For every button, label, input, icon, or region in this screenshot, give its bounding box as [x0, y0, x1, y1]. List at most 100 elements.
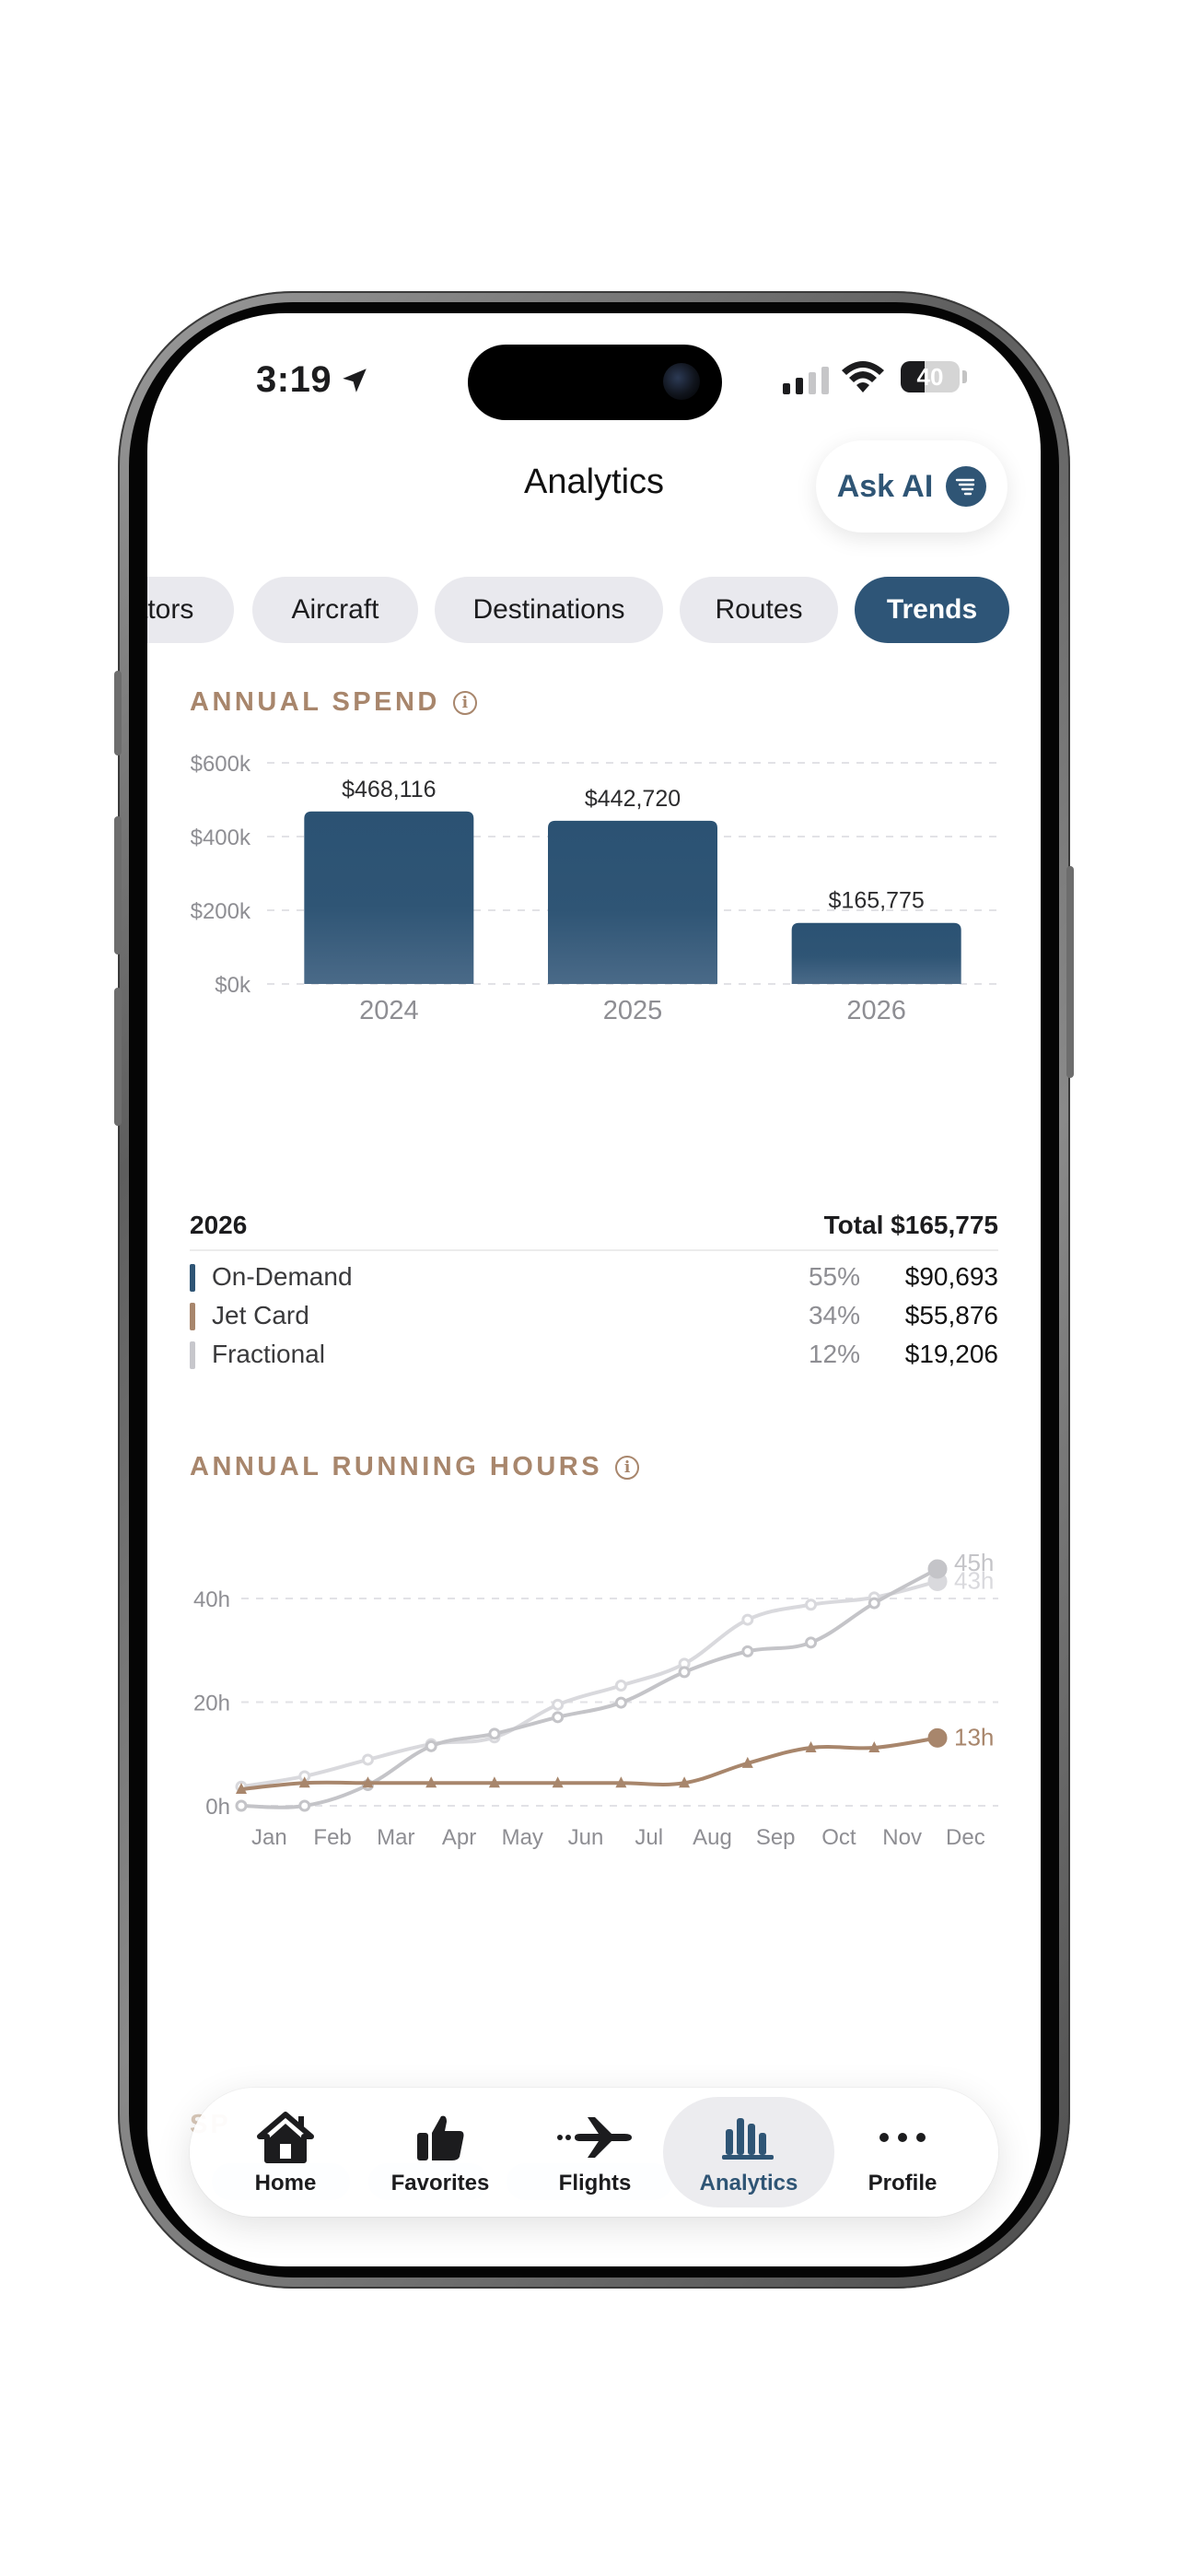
- x-tick-label: Nov: [882, 1825, 922, 1850]
- x-tick-label: Jan: [251, 1825, 287, 1850]
- section-title-text: ANNUAL SPEND: [190, 687, 440, 717]
- annual-spend-bar-chart: $0k $200k $400k $600k $468,116 2024 $442,720 20…: [191, 752, 998, 1025]
- y-tick-label: 0h: [205, 1795, 230, 1820]
- tab-label: Aircraft: [291, 594, 379, 625]
- tab-label: Routes: [715, 594, 803, 625]
- nav-flights[interactable]: Flights: [518, 2088, 672, 2217]
- nav-label: Flights: [558, 2171, 632, 2195]
- data-point: [361, 1753, 374, 1766]
- bar-chart-icon: [722, 2118, 774, 2160]
- breakdown-percent: 55%: [808, 1262, 860, 1291]
- nav-label: Home: [254, 2171, 317, 2195]
- x-tick-label: Mar: [377, 1825, 414, 1850]
- breakdown-amount: $90,693: [904, 1262, 998, 1291]
- breakdown-name: Jet Card: [212, 1301, 309, 1329]
- data-point: [425, 1739, 437, 1752]
- bar: [304, 811, 474, 984]
- tab-destinations[interactable]: Destinations: [435, 577, 663, 643]
- nav-favorites[interactable]: Favorites: [363, 2088, 518, 2217]
- cellular-signal-icon: [783, 367, 829, 394]
- tab-label: Destinations: [472, 594, 625, 625]
- series-end-label: 45h: [954, 1549, 994, 1576]
- spend-breakdown-header: 2026 Total $165,775: [190, 1211, 998, 1247]
- nav-home[interactable]: Home: [208, 2088, 363, 2217]
- data-point: [927, 1559, 948, 1579]
- info-icon[interactable]: i: [615, 1455, 640, 1480]
- tab-aircraft[interactable]: Aircraft: [252, 577, 418, 643]
- data-point: [235, 1799, 248, 1812]
- battery-nub: [962, 370, 967, 383]
- breakdown-percent: 12%: [808, 1340, 860, 1368]
- data-point: [614, 1680, 627, 1692]
- data-point: [678, 1666, 691, 1679]
- x-tick-label: Aug: [693, 1825, 732, 1850]
- action-button: [114, 671, 122, 755]
- section-title-text: ANNUAL RUNNING HOURS: [190, 1452, 603, 1481]
- home-icon: [257, 2112, 314, 2163]
- y-tick-label: $600k: [191, 752, 251, 777]
- y-tick-label: $200k: [191, 899, 251, 924]
- data-point: [868, 1597, 880, 1610]
- nav-analytics[interactable]: Analytics: [663, 2088, 834, 2217]
- data-point: [488, 1727, 501, 1740]
- data-point: [927, 1727, 948, 1748]
- x-tick-label: Apr: [442, 1825, 476, 1850]
- analytics-tabs: ators Aircraft Destinations Routes Trend…: [147, 577, 1041, 643]
- breakdown-name: Fractional: [212, 1340, 325, 1368]
- annual-spend-title: ANNUAL SPEND i: [190, 687, 477, 718]
- breakdown-row: Fractional 12% $19,206: [190, 1338, 998, 1375]
- ai-sparkle-icon: [946, 466, 987, 507]
- x-tick-label: Oct: [821, 1825, 856, 1850]
- bar-value-label: $442,720: [585, 786, 681, 812]
- more-icon: [879, 2133, 926, 2142]
- x-tick-label: Jun: [568, 1825, 604, 1850]
- breakdown-amount: $19,206: [904, 1340, 998, 1368]
- data-point: [741, 1645, 754, 1657]
- tab-label: Trends: [886, 594, 978, 625]
- thumbs-up-icon: [417, 2115, 464, 2160]
- info-icon[interactable]: i: [452, 690, 477, 715]
- x-tick-label: May: [502, 1825, 543, 1850]
- wifi-icon: [842, 361, 884, 392]
- series-line: [239, 1566, 939, 1809]
- x-tick-label: 2025: [603, 996, 663, 1025]
- volume-down-button: [114, 988, 122, 1126]
- ask-ai-label: Ask AI: [836, 468, 934, 504]
- battery-level: 40: [916, 363, 944, 391]
- y-tick-label: $400k: [191, 825, 251, 850]
- legend-swatch: [190, 1341, 195, 1369]
- data-point: [552, 1711, 565, 1724]
- bar-value-label: $165,775: [829, 888, 925, 914]
- battery-indicator: 40: [901, 361, 960, 392]
- y-tick-label: 40h: [193, 1587, 230, 1612]
- power-button: [1066, 866, 1074, 1078]
- x-tick-label: Jul: [635, 1825, 663, 1850]
- y-tick-label: 20h: [193, 1692, 230, 1716]
- airplane-icon: [557, 2117, 632, 2158]
- bar: [548, 820, 717, 984]
- x-tick-label: Feb: [313, 1825, 351, 1850]
- tab-label: ators: [147, 594, 194, 625]
- annual-running-hours-line-chart: 0h 20h 40h Jan Feb Mar Apr May Jun Jul Aug Sep Oct No…: [193, 1549, 998, 1850]
- location-arrow-icon: [343, 369, 367, 392]
- camera-icon: [663, 363, 700, 400]
- data-point: [552, 1698, 565, 1711]
- nav-label: Profile: [868, 2171, 938, 2195]
- series-line: [239, 1736, 939, 1791]
- x-tick-label: Sep: [756, 1825, 796, 1850]
- nav-profile[interactable]: Profile: [825, 2088, 980, 2217]
- tab-trends[interactable]: Trends: [855, 577, 1009, 643]
- breakdown-row: Jet Card 34% $55,876: [190, 1299, 998, 1336]
- breakdown-percent: 34%: [808, 1301, 860, 1329]
- data-point: [614, 1696, 627, 1709]
- tab-operators[interactable]: ators: [147, 577, 234, 643]
- breakdown-row: On-Demand 55% $90,693: [190, 1260, 998, 1297]
- ask-ai-button[interactable]: Ask AI: [816, 440, 1007, 533]
- dynamic-island: [468, 345, 722, 420]
- breakdown-year: 2026: [190, 1211, 248, 1239]
- breakdown-amount: $55,876: [904, 1301, 998, 1329]
- breakdown-name: On-Demand: [212, 1262, 353, 1291]
- x-tick-label: 2026: [846, 996, 906, 1025]
- tab-routes[interactable]: Routes: [680, 577, 838, 643]
- y-tick-label: $0k: [215, 973, 251, 998]
